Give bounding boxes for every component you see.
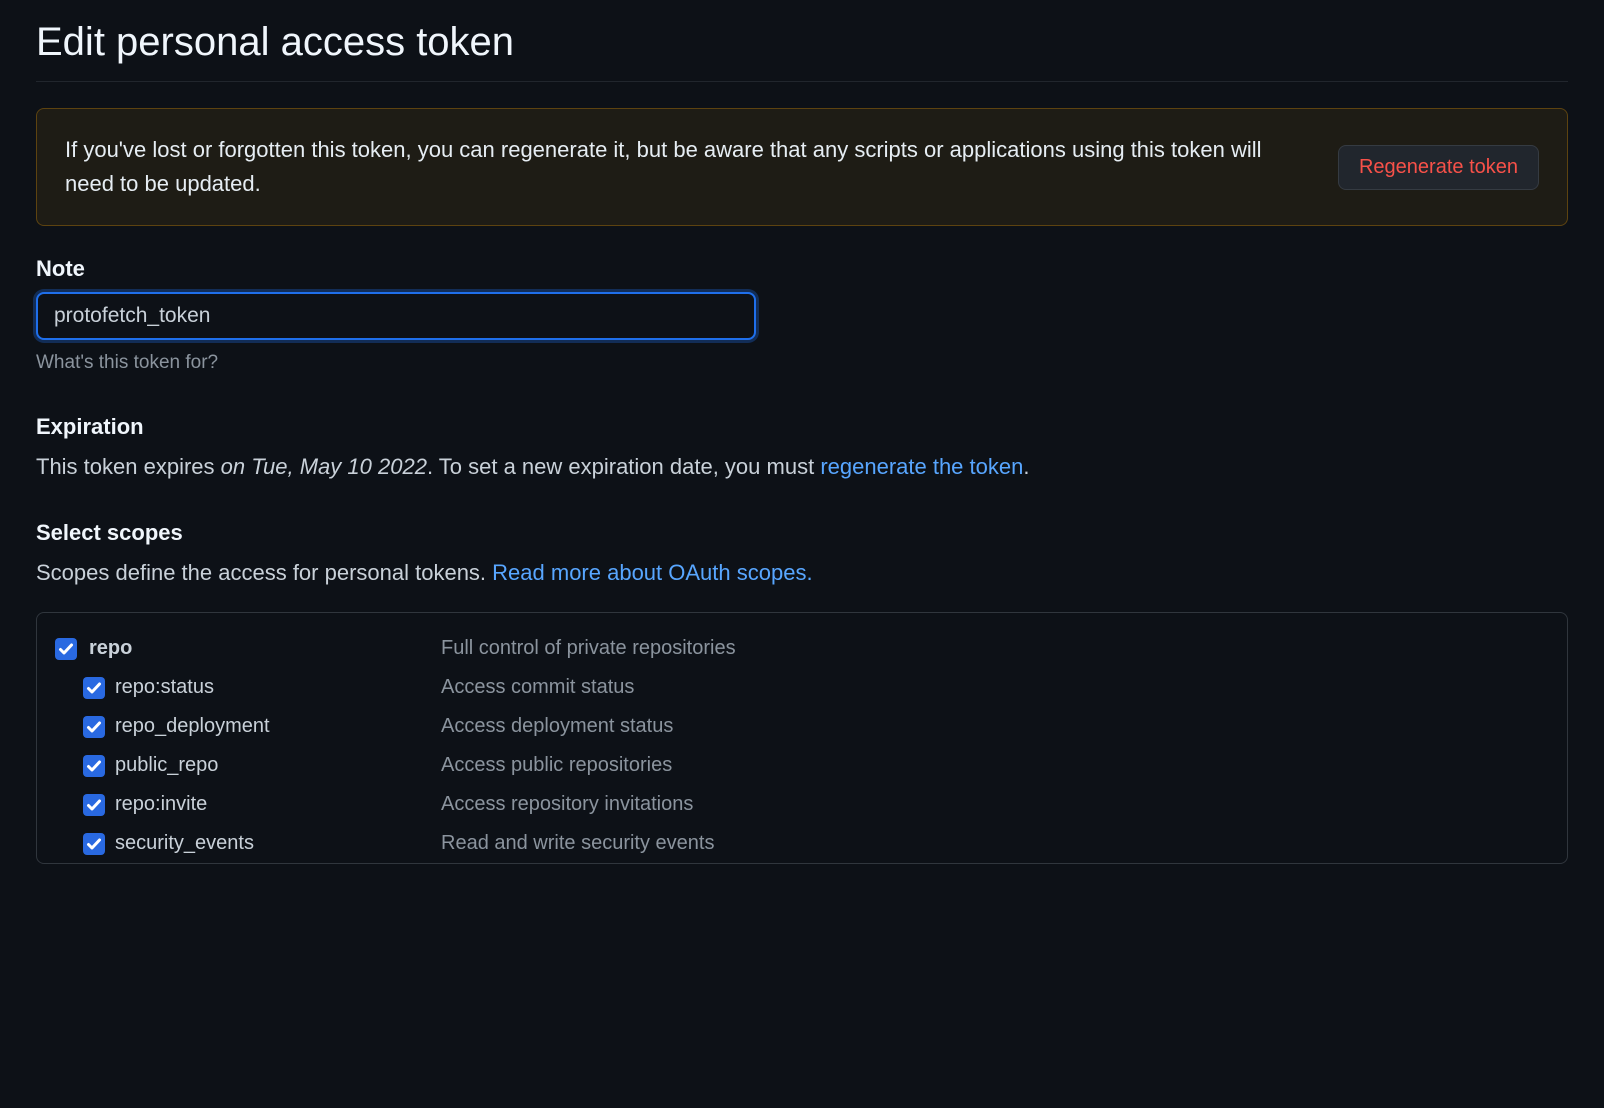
checkbox-wrap <box>55 716 115 738</box>
note-hint: What's this token for? <box>36 352 1568 374</box>
scope-checkbox[interactable] <box>83 677 105 699</box>
expiration-prefix: This token expires <box>36 454 221 479</box>
scope-row: repo:statusAccess commit status <box>55 668 1549 707</box>
expiration-label: Expiration <box>36 414 1568 440</box>
warning-text: If you've lost or forgotten this token, … <box>65 133 1314 201</box>
checkbox-wrap <box>55 833 115 855</box>
scopes-table: repoFull control of private repositories… <box>36 612 1568 864</box>
scope-description: Access commit status <box>441 676 634 699</box>
scope-name: repo_deployment <box>115 715 441 738</box>
checkbox-wrap <box>55 755 115 777</box>
scope-checkbox[interactable] <box>83 794 105 816</box>
scopes-desc-text: Scopes define the access for personal to… <box>36 560 492 585</box>
regenerate-token-link[interactable]: regenerate the token <box>820 454 1023 479</box>
checkbox-wrap <box>55 677 115 699</box>
checkbox-wrap <box>55 638 89 660</box>
scope-name: public_repo <box>115 754 441 777</box>
oauth-scopes-link[interactable]: Read more about OAuth scopes. <box>492 560 812 585</box>
scopes-description: Scopes define the access for personal to… <box>36 560 1568 586</box>
scope-row: repoFull control of private repositories <box>55 629 1549 668</box>
expiration-suffix: . <box>1023 454 1029 479</box>
expiration-mid: . To set a new expiration date, you must <box>427 454 820 479</box>
scope-description: Full control of private repositories <box>441 637 736 660</box>
scope-row: public_repoAccess public repositories <box>55 746 1549 785</box>
scope-checkbox[interactable] <box>83 833 105 855</box>
expiration-section: Expiration This token expires on Tue, Ma… <box>36 414 1568 480</box>
scope-name: security_events <box>115 832 441 855</box>
note-section: Note What's this token for? <box>36 256 1568 374</box>
note-label: Note <box>36 256 1568 282</box>
scope-checkbox[interactable] <box>83 755 105 777</box>
scope-description: Read and write security events <box>441 832 714 855</box>
note-input[interactable] <box>36 292 756 340</box>
expiration-text: This token expires on Tue, May 10 2022. … <box>36 454 1568 480</box>
expiration-date: on Tue, May 10 2022 <box>221 454 427 479</box>
page-title: Edit personal access token <box>36 20 1568 82</box>
scope-description: Access deployment status <box>441 715 673 738</box>
scope-name: repo <box>89 637 441 660</box>
scope-row: security_eventsRead and write security e… <box>55 824 1549 863</box>
scope-name: repo:invite <box>115 793 441 816</box>
scopes-label: Select scopes <box>36 520 1568 546</box>
warning-banner: If you've lost or forgotten this token, … <box>36 108 1568 226</box>
scope-description: Access public repositories <box>441 754 672 777</box>
checkbox-wrap <box>55 794 115 816</box>
regenerate-token-button[interactable]: Regenerate token <box>1338 145 1539 190</box>
scope-description: Access repository invitations <box>441 793 693 816</box>
scopes-section: Select scopes Scopes define the access f… <box>36 520 1568 864</box>
scope-row: repo_deploymentAccess deployment status <box>55 707 1549 746</box>
scope-checkbox[interactable] <box>55 638 77 660</box>
scope-checkbox[interactable] <box>83 716 105 738</box>
scope-name: repo:status <box>115 676 441 699</box>
scope-row: repo:inviteAccess repository invitations <box>55 785 1549 824</box>
